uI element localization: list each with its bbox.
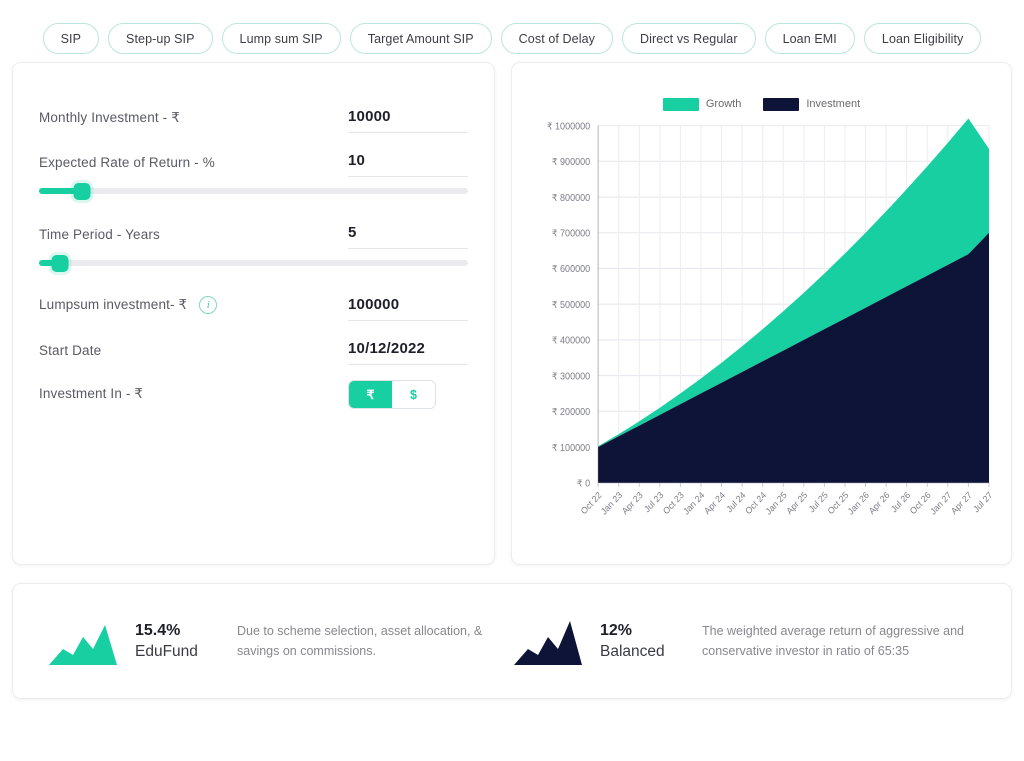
monthly-investment-input-wrap[interactable]: 10000 [348, 108, 468, 133]
currency-toggle[interactable]: ₹ $ [348, 380, 436, 409]
time-period-slider[interactable] [39, 249, 468, 277]
chart-legend: Growth Investment [526, 91, 997, 117]
field-start-date: Start Date 10/12/2022 [39, 321, 468, 365]
time-period-input-wrap[interactable]: 5 [348, 224, 468, 249]
svg-text:Oct 24: Oct 24 [743, 490, 768, 517]
currency-toggle-rupee[interactable]: ₹ [349, 381, 392, 408]
start-date-label: Start Date [39, 343, 102, 358]
legend-item-investment[interactable]: Investment [763, 97, 861, 111]
expected-return-slider[interactable] [39, 177, 468, 205]
time-period-input[interactable]: 5 [348, 224, 468, 241]
field-investment-in: Investment In - ₹ ₹ $ [39, 365, 468, 409]
calculator-inputs-panel: Monthly Investment - ₹ 10000 Expected Ra… [12, 62, 495, 565]
svg-text:Apr 25: Apr 25 [784, 490, 809, 517]
legend-label-growth: Growth [705, 98, 742, 110]
svg-text:₹ 0: ₹ 0 [577, 478, 590, 488]
svg-text:₹ 200000: ₹ 200000 [552, 407, 590, 417]
field-lumpsum-investment: Lumpsum investment- ₹ i 100000 [39, 277, 468, 321]
field-monthly-investment: Monthly Investment - ₹ 10000 [39, 89, 468, 133]
stat-balanced-name: Balanced [600, 643, 665, 661]
svg-text:₹ 100000: ₹ 100000 [552, 442, 590, 452]
svg-text:Jan 24: Jan 24 [681, 490, 706, 517]
start-date-input[interactable]: 10/12/2022 [348, 340, 468, 357]
expected-return-input[interactable]: 10 [348, 152, 468, 169]
svg-text:Jan 27: Jan 27 [928, 490, 953, 517]
field-time-period: Time Period - Years 5 [39, 205, 468, 249]
legend-swatch-investment [763, 97, 800, 111]
stat-edufund-numbers: 15.4% EduFund [135, 619, 221, 663]
svg-text:₹ 300000: ₹ 300000 [552, 371, 590, 381]
svg-text:₹ 500000: ₹ 500000 [552, 300, 590, 310]
main-content: Monthly Investment - ₹ 10000 Expected Ra… [0, 62, 1024, 565]
legend-swatch-growth [662, 97, 699, 111]
svg-text:₹ 900000: ₹ 900000 [552, 157, 590, 167]
svg-text:Apr 26: Apr 26 [867, 490, 892, 517]
projection-chart-panel: Growth Investment ₹ 1000000 ₹ 900000 ₹ 800… [511, 62, 1012, 565]
svg-text:Oct 22: Oct 22 [579, 490, 604, 517]
expected-return-label: Expected Rate of Return - % [39, 155, 215, 170]
time-period-label: Time Period - Years [39, 227, 160, 242]
time-period-slider-thumb[interactable] [51, 255, 69, 272]
svg-text:Jan 26: Jan 26 [846, 490, 871, 517]
chart-plot-area: ₹ 1000000 ₹ 900000 ₹ 800000 ₹ 700000 ₹ 60000… [526, 117, 997, 558]
start-date-input-wrap[interactable]: 10/12/2022 [348, 340, 468, 365]
area-spark-icon [49, 625, 117, 665]
stat-edufund: 15.4% EduFund Due to scheme selection, a… [47, 615, 512, 667]
calculator-tab-nav: SIP Step-up SIP Lump sum SIP Target Amou… [0, 0, 1024, 62]
tab-target-amount-sip[interactable]: Target Amount SIP [349, 23, 492, 54]
returns-comparison-panel: 15.4% EduFund Due to scheme selection, a… [12, 583, 1012, 699]
stat-balanced-description: The weighted average return of aggressiv… [702, 623, 964, 658]
field-expected-return: Expected Rate of Return - % 10 [39, 133, 468, 177]
monthly-investment-input[interactable]: 10000 [348, 108, 468, 125]
stat-edufund-name: EduFund [135, 643, 198, 661]
svg-text:Apr 24: Apr 24 [702, 490, 727, 517]
svg-text:₹ 700000: ₹ 700000 [552, 228, 590, 238]
svg-text:Oct 25: Oct 25 [826, 490, 851, 517]
lumpsum-investment-input-wrap[interactable]: 100000 [348, 296, 468, 321]
info-icon[interactable]: i [199, 296, 218, 314]
investment-in-label: Investment In - ₹ [39, 386, 144, 401]
stat-balanced-percent: 12% [600, 621, 633, 639]
lumpsum-investment-label: Lumpsum investment- ₹ i [39, 296, 218, 321]
svg-text:₹ 800000: ₹ 800000 [552, 193, 590, 203]
time-period-slider-track [39, 260, 468, 266]
tab-lump-sum-sip[interactable]: Lump sum SIP [221, 23, 341, 54]
stat-edufund-description: Due to scheme selection, asset allocatio… [237, 623, 483, 658]
tab-loan-eligibility[interactable]: Loan Eligibility [863, 23, 982, 54]
svg-text:Apr 27: Apr 27 [949, 490, 974, 517]
tab-step-up-sip[interactable]: Step-up SIP [108, 23, 213, 54]
svg-text:Jul 27: Jul 27 [971, 490, 994, 515]
stat-balanced: 12% Balanced The weighted average return… [512, 615, 977, 667]
legend-item-growth[interactable]: Growth [662, 97, 742, 111]
lumpsum-investment-input[interactable]: 100000 [348, 296, 468, 313]
tab-cost-of-delay[interactable]: Cost of Delay [500, 23, 614, 54]
svg-text:Apr 23: Apr 23 [620, 490, 645, 517]
monthly-investment-label: Monthly Investment - ₹ [39, 110, 180, 125]
expected-return-input-wrap[interactable]: 10 [348, 152, 468, 177]
currency-toggle-dollar[interactable]: $ [392, 381, 435, 408]
svg-text:Jan 25: Jan 25 [764, 490, 789, 517]
stat-balanced-numbers: 12% Balanced [600, 619, 686, 663]
expected-return-slider-thumb[interactable] [73, 183, 91, 200]
legend-label-investment: Investment [806, 98, 861, 110]
svg-text:₹ 1000000: ₹ 1000000 [547, 121, 590, 131]
stat-edufund-percent: 15.4% [135, 621, 181, 639]
svg-text:Jan 23: Jan 23 [599, 490, 624, 517]
svg-text:₹ 400000: ₹ 400000 [552, 335, 590, 345]
expected-return-slider-track [39, 188, 468, 194]
investment-in-control-wrap: ₹ $ [348, 380, 468, 409]
svg-text:Oct 26: Oct 26 [908, 490, 933, 517]
lumpsum-investment-label-text: Lumpsum investment- ₹ [39, 297, 188, 312]
svg-text:₹ 600000: ₹ 600000 [552, 264, 590, 274]
svg-text:Oct 23: Oct 23 [661, 490, 686, 517]
tab-sip[interactable]: SIP [42, 23, 100, 54]
tab-loan-emi[interactable]: Loan EMI [764, 23, 855, 54]
tab-direct-vs-regular[interactable]: Direct vs Regular [622, 23, 756, 54]
area-spark-icon [514, 621, 582, 665]
stacked-area-chart: ₹ 1000000 ₹ 900000 ₹ 800000 ₹ 700000 ₹ 60000… [547, 118, 994, 517]
